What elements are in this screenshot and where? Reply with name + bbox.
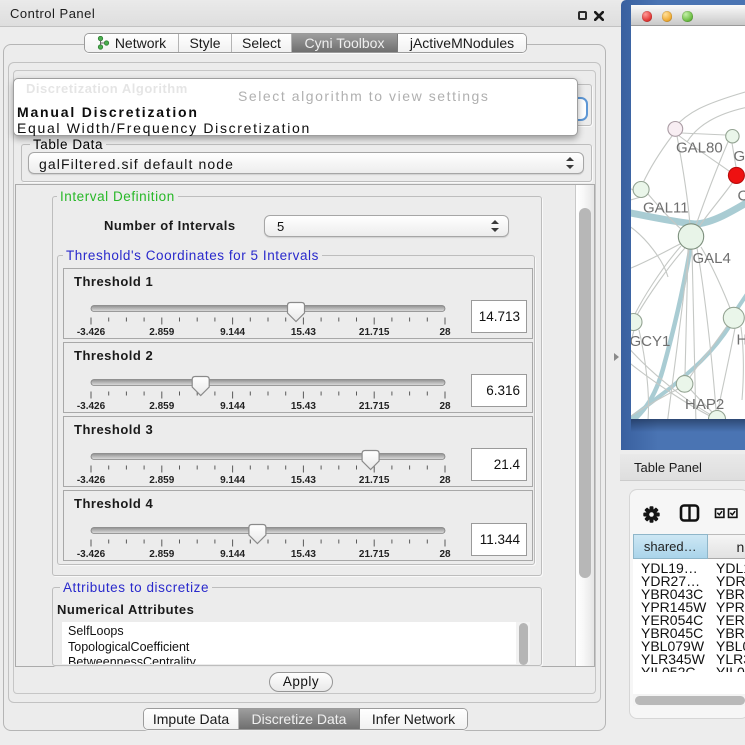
svg-text:2.859: 2.859 xyxy=(149,475,174,486)
svg-text:9.144: 9.144 xyxy=(220,327,245,338)
svg-text:21.715: 21.715 xyxy=(359,401,390,412)
svg-text:21.715: 21.715 xyxy=(359,549,390,560)
svg-text:9.144: 9.144 xyxy=(220,549,245,560)
svg-text:-3.426: -3.426 xyxy=(77,549,106,560)
svg-text:HAP2: HAP2 xyxy=(685,396,724,413)
svg-text:15.43: 15.43 xyxy=(291,549,316,560)
svg-text:-3.426: -3.426 xyxy=(77,401,106,412)
svg-text:CY: CY xyxy=(738,188,745,205)
svg-text:21.715: 21.715 xyxy=(359,327,390,338)
svg-text:28: 28 xyxy=(439,401,451,412)
svg-text:-3.426: -3.426 xyxy=(77,475,106,486)
svg-text:HA: HA xyxy=(737,332,745,349)
svg-text:2.859: 2.859 xyxy=(149,549,174,560)
svg-text:15.43: 15.43 xyxy=(291,327,316,338)
svg-text:GAL80: GAL80 xyxy=(676,140,723,157)
svg-text:9.144: 9.144 xyxy=(220,475,245,486)
svg-text:2.859: 2.859 xyxy=(149,327,174,338)
svg-text:-3.426: -3.426 xyxy=(77,327,106,338)
svg-text:28: 28 xyxy=(439,327,451,338)
svg-text:2.859: 2.859 xyxy=(149,401,174,412)
svg-text:GCY1: GCY1 xyxy=(631,333,670,350)
svg-text:21.715: 21.715 xyxy=(359,475,390,486)
svg-text:GAL11: GAL11 xyxy=(643,200,689,217)
svg-text:GAL4: GAL4 xyxy=(693,250,731,267)
svg-text:15.43: 15.43 xyxy=(291,401,316,412)
svg-text:9.144: 9.144 xyxy=(220,401,245,412)
svg-text:28: 28 xyxy=(439,475,451,486)
svg-text:GA: GA xyxy=(734,148,745,165)
svg-text:28: 28 xyxy=(439,549,451,560)
svg-text:15.43: 15.43 xyxy=(291,475,316,486)
